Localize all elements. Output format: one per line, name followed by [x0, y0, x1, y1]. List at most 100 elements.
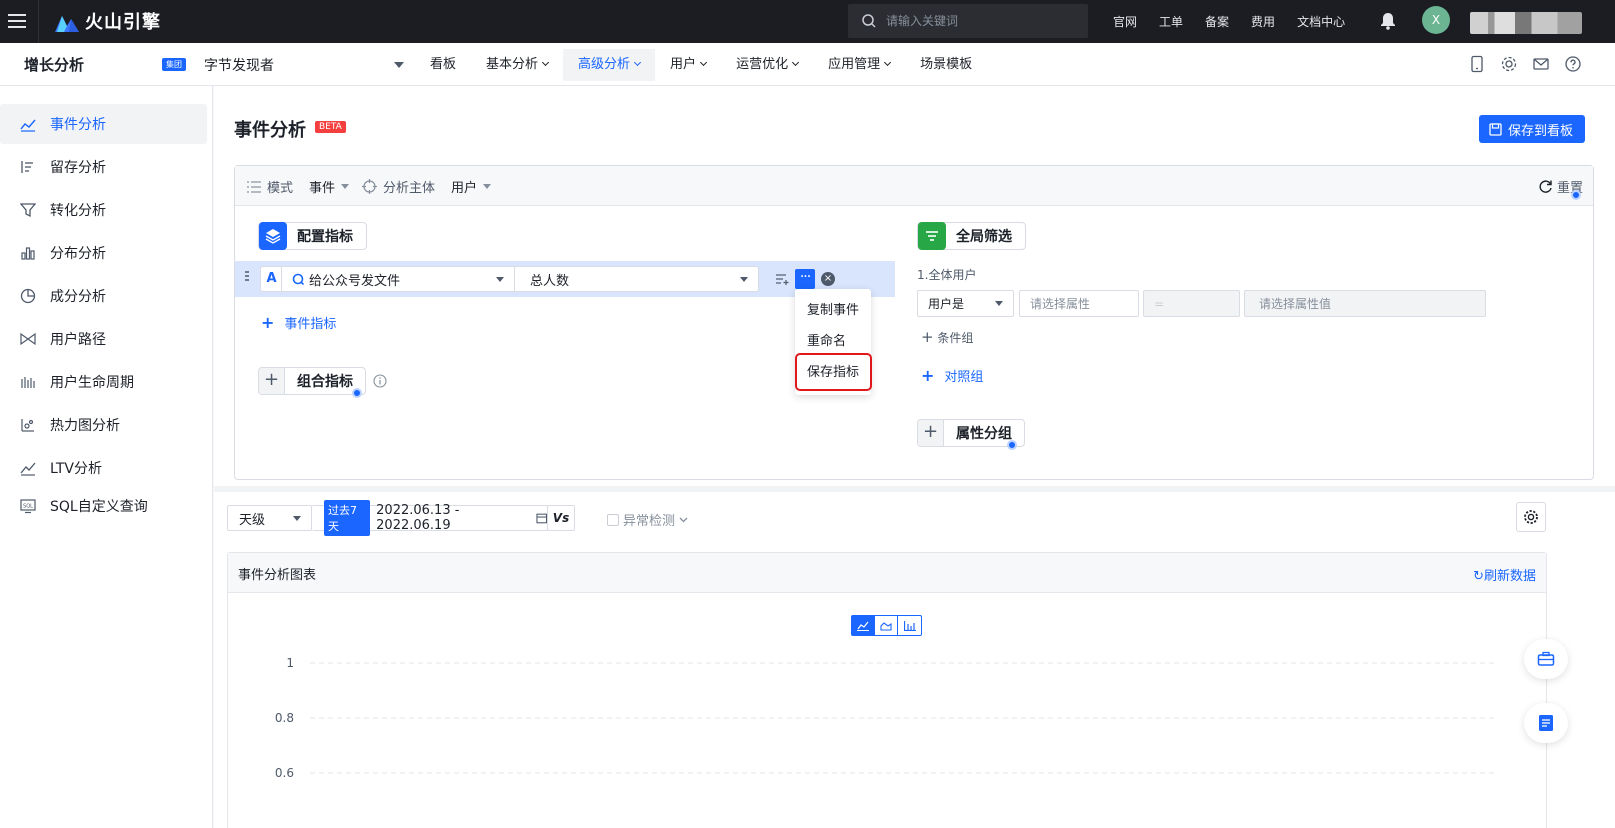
filter-user-select[interactable]: 用户是: [917, 290, 1014, 317]
sidebar-item-retention[interactable]: 留存分析: [0, 147, 207, 187]
sidebar-item-user-lifecycle[interactable]: 用户生命周期: [0, 362, 207, 402]
filter-group-label: 1.全体用户: [917, 268, 977, 282]
line-chart-type-icon[interactable]: [852, 616, 875, 635]
anomaly-label: 异常检测: [623, 514, 676, 529]
tab-ops-optimization[interactable]: 运营优化: [721, 49, 813, 81]
chart-settings-button[interactable]: [1516, 502, 1546, 532]
combo-metric-button[interactable]: + 组合指标: [258, 367, 366, 395]
menu-item-copy-event[interactable]: 复制事件: [807, 299, 859, 318]
search-input[interactable]: [886, 14, 1076, 28]
sidebar-item-ltv[interactable]: LTV分析: [0, 448, 207, 488]
tab-label: 基本分析: [486, 57, 539, 72]
more-options-button[interactable]: ···: [795, 269, 815, 289]
hint-dot[interactable]: [352, 388, 362, 398]
config-metrics-header: 配置指标: [258, 222, 367, 250]
caret-down-icon: [293, 515, 301, 521]
global-filter-title: 全局筛选: [956, 229, 1012, 245]
subject-value: 用户: [451, 181, 478, 196]
granularity-select[interactable]: 天级: [227, 505, 312, 531]
add-condition-group-button[interactable]: + 条件组: [921, 328, 973, 346]
filter-value-select[interactable]: 请选择属性值: [1244, 290, 1486, 317]
top-link-official[interactable]: 官网: [1113, 13, 1137, 30]
svg-text:SQL: SQL: [23, 504, 33, 510]
help-icon[interactable]: [1564, 55, 1582, 73]
sidebar-item-user-path[interactable]: 用户路径: [0, 319, 207, 359]
tab-users[interactable]: 用户: [655, 49, 721, 81]
drag-handle-icon[interactable]: [245, 271, 249, 283]
notes-float-button[interactable]: [1524, 703, 1568, 743]
plus-icon: +: [918, 420, 944, 446]
tab-dashboard[interactable]: 看板: [415, 49, 471, 81]
query-panel-header: 模式 事件 分析主体 用户 重置: [235, 166, 1593, 206]
subject-selector[interactable]: 分析主体 用户: [362, 177, 492, 196]
tab-advanced-analysis[interactable]: 高级分析: [563, 49, 656, 81]
bar-chart-type-icon[interactable]: [898, 616, 921, 635]
sidebar-item-distribution[interactable]: 分布分析: [0, 233, 207, 273]
compare-vs-button[interactable]: Vs: [547, 505, 575, 531]
event-name: 给公众号发文件: [309, 273, 401, 289]
gear-icon[interactable]: [1500, 55, 1518, 73]
add-compare-group-button[interactable]: + 对照组: [921, 366, 983, 385]
event-selector[interactable]: 给公众号发文件: [281, 266, 515, 292]
chevron-down-icon: [884, 58, 892, 67]
top-link-ticket[interactable]: 工单: [1159, 13, 1183, 30]
product-nav: 增长分析 集团 字节发现者 看板 基本分析 高级分析 用户 运营优化 应用管理 …: [0, 43, 1615, 86]
info-icon[interactable]: [373, 374, 387, 388]
lifecycle-icon: [21, 377, 35, 388]
app-selector[interactable]: 字节发现者: [204, 55, 274, 75]
y-tick-label: 1: [286, 656, 294, 670]
top-link-docs[interactable]: 文档中心: [1297, 13, 1345, 30]
bell-icon[interactable]: [1380, 12, 1396, 30]
top-link-billing[interactable]: 费用: [1251, 13, 1275, 30]
refresh-data-button[interactable]: ↻刷新数据: [1473, 565, 1536, 584]
account-name-redacted[interactable]: [1470, 12, 1582, 34]
aggregation-selector[interactable]: 总人数: [515, 266, 759, 292]
remove-metric-icon[interactable]: ×: [821, 272, 835, 286]
avatar[interactable]: X: [1422, 6, 1450, 34]
sidebar-item-event-analysis[interactable]: 事件分析: [0, 104, 207, 144]
tab-app-management[interactable]: 应用管理: [813, 49, 905, 81]
sql-icon: SQL: [20, 499, 36, 514]
filter-attr-select[interactable]: 请选择属性: [1019, 290, 1139, 317]
date-range-picker[interactable]: 过去7天 2022.06.13 - 2022.06.19: [312, 500, 548, 536]
sidebar-item-label: 用户路径: [50, 332, 106, 348]
volcano-logo-icon: [55, 16, 79, 32]
filter-add-icon[interactable]: [775, 272, 789, 286]
filter-operator-value: =: [1154, 296, 1165, 311]
sidebar-item-sql[interactable]: SQL SQL自定义查询: [0, 486, 207, 526]
mode-selector[interactable]: 模式 事件: [247, 177, 350, 196]
tab-basic-analysis[interactable]: 基本分析: [471, 49, 563, 81]
save-to-dashboard-button[interactable]: 保存到看板: [1479, 115, 1586, 143]
page-title: 事件分析: [234, 120, 306, 141]
refresh-icon: ↻: [1473, 569, 1484, 584]
hint-dot[interactable]: [1571, 190, 1581, 200]
tab-scenario-templates[interactable]: 场景模板: [905, 49, 987, 81]
add-event-metric-button[interactable]: + 事件指标: [261, 313, 336, 332]
menu-icon[interactable]: [6, 10, 28, 32]
mail-icon[interactable]: [1532, 55, 1550, 73]
menu-item-rename[interactable]: 重命名: [807, 330, 846, 349]
sidebar-item-label: 分布分析: [50, 246, 106, 262]
logo[interactable]: 火山引擎: [55, 8, 161, 34]
sidebar-item-conversion[interactable]: 转化分析: [0, 190, 207, 230]
tab-label: 用户: [670, 57, 697, 72]
sidebar-item-heatmap[interactable]: 热力图分析: [0, 405, 207, 445]
sidebar-item-label: LTV分析: [50, 461, 103, 477]
toolbox-float-button[interactable]: [1524, 639, 1568, 679]
app-selector-caret-icon[interactable]: [394, 62, 404, 68]
attribute-group-label: 属性分组: [956, 426, 1012, 442]
anomaly-detection-toggle[interactable]: 异常检测: [607, 510, 688, 529]
top-link-filing[interactable]: 备案: [1205, 13, 1229, 30]
sidebar-item-composition[interactable]: 成分分析: [0, 276, 207, 316]
chart-header: 事件分析图表 ↻刷新数据: [228, 553, 1546, 593]
filter-operator-select[interactable]: =: [1143, 290, 1240, 317]
mobile-icon[interactable]: [1468, 55, 1486, 73]
gear-icon: [1524, 510, 1538, 524]
sidebar-item-label: SQL自定义查询: [50, 499, 148, 515]
area-chart-type-icon[interactable]: [875, 616, 898, 635]
checkbox[interactable]: [607, 513, 619, 526]
event-icon: [292, 273, 304, 285]
hint-dot[interactable]: [1007, 440, 1017, 450]
filter-attr-placeholder: 请选择属性: [1030, 297, 1091, 311]
global-search[interactable]: [848, 4, 1088, 38]
